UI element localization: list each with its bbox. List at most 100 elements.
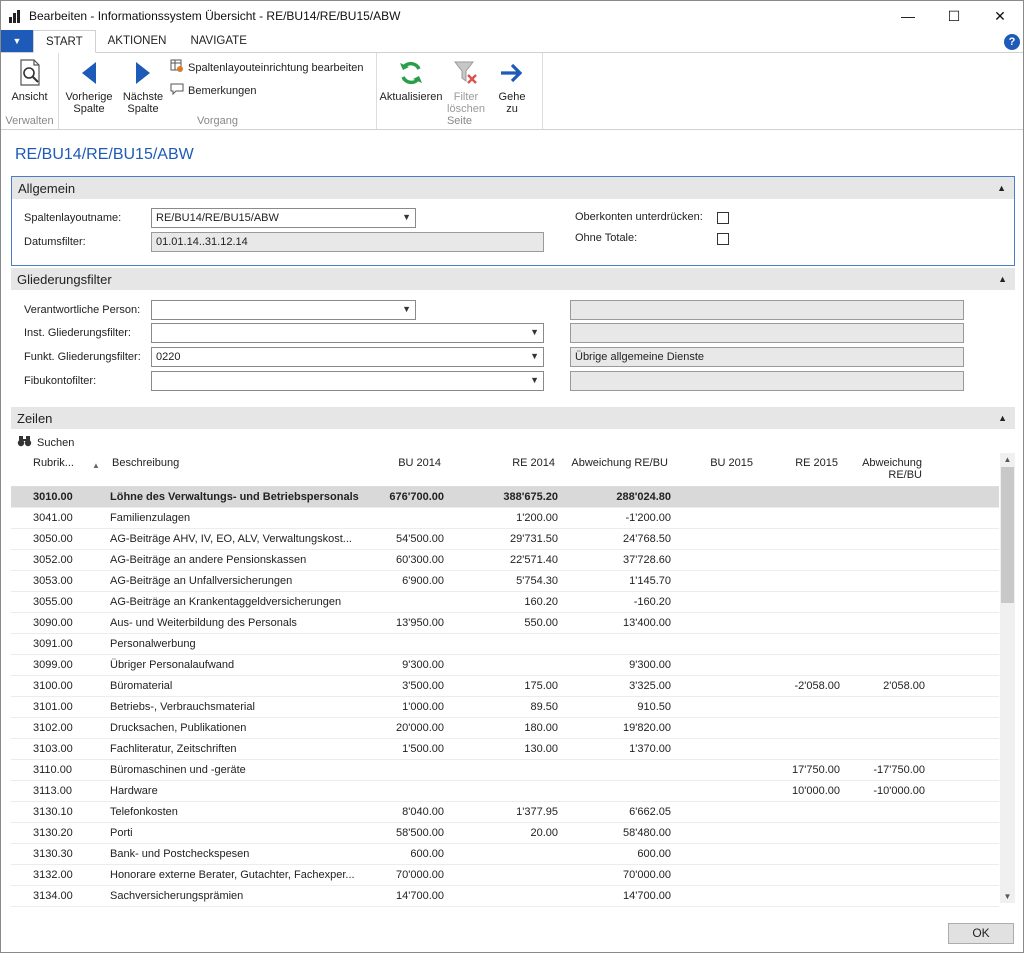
goto-arrow-icon xyxy=(499,57,525,89)
cell-bu2014: 8'040.00 xyxy=(402,806,444,818)
vertical-scrollbar[interactable]: ▲ ▼ xyxy=(1000,453,1015,903)
datumsfilter-field[interactable]: 01.01.14..31.12.14 xyxy=(151,232,544,252)
table-row[interactable]: 3099.00 Übriger Personalaufwand 9'300.00 9'… xyxy=(11,655,999,676)
table-row[interactable]: 3100.00 Büromaterial 3'500.00 175.00 3'325.0… xyxy=(11,676,999,697)
cell-rubrik: 3090.00 xyxy=(33,617,73,629)
table-row[interactable]: 3134.00 Sachversicherungsprämien 14'700.00… xyxy=(11,886,999,907)
col-header-abw15-l2: RE/BU xyxy=(888,469,922,481)
oberkonten-label: Oberkonten unterdrücken: xyxy=(575,211,703,223)
suchen-button[interactable]: Suchen xyxy=(17,435,74,450)
spaltenlayoutname-value: RE/BU14/RE/BU15/ABW xyxy=(156,212,279,224)
spaltenlayoutname-field[interactable]: RE/BU14/RE/BU15/ABW ▼ xyxy=(151,208,416,228)
table-row[interactable]: 3091.00 Personalwerbung xyxy=(11,634,999,655)
cell-rubrik: 3091.00 xyxy=(33,638,73,650)
cell-rubrik: 3132.00 xyxy=(33,869,73,881)
collapse-icon[interactable]: ▲ xyxy=(998,274,1007,284)
cell-abw14: 24'768.50 xyxy=(623,533,671,545)
zeilen-header[interactable]: Zeilen ▲ xyxy=(11,407,1015,429)
scrollbar-thumb[interactable] xyxy=(1001,467,1014,603)
table-row[interactable]: 3090.00 Aus- und Weiterbildung des Person… xyxy=(11,613,999,634)
table-row[interactable]: 3050.00 AG-Beiträge AHV, IV, EO, ALV, Ver… xyxy=(11,529,999,550)
inst-gliederungsfilter-field[interactable]: ▼ xyxy=(151,323,544,343)
collapse-icon[interactable]: ▲ xyxy=(997,183,1006,193)
cell-abw15: -10'000.00 xyxy=(873,785,925,797)
cell-abw14: 6'662.05 xyxy=(629,806,671,818)
tab-navigate[interactable]: NAVIGATE xyxy=(178,30,258,52)
close-button[interactable]: ✕ xyxy=(977,1,1023,31)
verantwortliche-person-field[interactable]: ▼ xyxy=(151,300,416,320)
col-header-beschreibung[interactable]: Beschreibung xyxy=(112,457,179,469)
ribbon: Ansicht Verwalten Vorherige Spalte Nächs… xyxy=(1,53,1023,130)
comment-icon xyxy=(170,82,184,99)
table-row[interactable]: 3113.00 Hardware 10'000.00 -10'000.00 xyxy=(11,781,999,802)
help-icon[interactable]: ? xyxy=(1004,34,1020,50)
sort-asc-icon[interactable]: ▲ xyxy=(92,461,100,470)
table-row[interactable]: 3052.00 AG-Beiträge an andere Pensionskas… xyxy=(11,550,999,571)
cell-re2014: 180.00 xyxy=(524,722,558,734)
cell-abw14: 19'820.00 xyxy=(623,722,671,734)
bemerkungen-button[interactable]: Bemerkungen xyxy=(170,82,364,99)
funkt-gliederungsfilter-field[interactable]: 0220 ▼ xyxy=(151,347,544,367)
col-header-abw15[interactable]: Abweichung RE/BU xyxy=(862,457,922,481)
cell-abw14: 13'400.00 xyxy=(623,617,671,629)
cell-re2014: 175.00 xyxy=(524,680,558,692)
cell-bu2014: 676'700.00 xyxy=(389,491,444,503)
funkt-gliederungsfilter-value: 0220 xyxy=(156,351,181,363)
maximize-button[interactable]: ☐ xyxy=(931,1,977,31)
tab-aktionen[interactable]: AKTIONEN xyxy=(96,30,179,52)
table-row[interactable]: 3055.00 AG-Beiträge an Krankentaggeldvers… xyxy=(11,592,999,613)
spaltenlayout-button[interactable]: Spaltenlayouteinrichtung bearbeiten xyxy=(170,59,364,76)
col-header-bu2015[interactable]: BU 2015 xyxy=(710,457,753,469)
funkt-gliederungsfilter-desc-text: Übrige allgemeine Dienste xyxy=(575,351,705,363)
app-menu-button[interactable]: ▼ xyxy=(1,30,33,52)
col-header-re2014[interactable]: RE 2014 xyxy=(512,457,555,469)
scroll-up-icon[interactable]: ▲ xyxy=(1000,455,1015,464)
oberkonten-checkbox[interactable] xyxy=(717,212,729,224)
col-header-rubrik[interactable]: Rubrik... xyxy=(33,457,74,469)
table-row[interactable]: 3130.30 Bank- und Postcheckspesen 600.00 60… xyxy=(11,844,999,865)
gliederungsfilter-header[interactable]: Gliederungsfilter ▲ xyxy=(11,268,1015,290)
ok-button[interactable]: OK xyxy=(948,923,1014,944)
ohne-totale-checkbox[interactable] xyxy=(717,233,729,245)
chevron-down-icon[interactable]: ▼ xyxy=(530,375,539,385)
table-row[interactable]: 3102.00 Drucksachen, Publikationen 20'000.… xyxy=(11,718,999,739)
chevron-down-icon[interactable]: ▼ xyxy=(402,304,411,314)
allgemein-title: Allgemein xyxy=(18,180,76,196)
col-header-abw14[interactable]: Abweichung RE/BU xyxy=(571,457,668,469)
table-row[interactable]: 3103.00 Fachliteratur, Zeitschriften 1'500… xyxy=(11,739,999,760)
allgemein-header[interactable]: Allgemein ▲ xyxy=(12,177,1014,199)
datumsfilter-value: 01.01.14..31.12.14 xyxy=(156,236,248,248)
chevron-down-icon[interactable]: ▼ xyxy=(530,327,539,337)
table-row[interactable]: 3101.00 Betriebs-, Verbrauchsmaterial 1'00… xyxy=(11,697,999,718)
cell-bu2014: 3'500.00 xyxy=(402,680,444,692)
col-header-bu2014[interactable]: BU 2014 xyxy=(398,457,441,469)
cell-abw14: 1'370.00 xyxy=(629,743,671,755)
col-header-re2015[interactable]: RE 2015 xyxy=(795,457,838,469)
col-header-abw15-l1: Abweichung xyxy=(862,457,922,469)
table-row[interactable]: 3132.00 Honorare externe Berater, Gutacht… xyxy=(11,865,999,886)
tab-start[interactable]: START xyxy=(33,30,96,53)
clear-filter-icon xyxy=(453,57,479,89)
table-row[interactable]: 3041.00 Familienzulagen 1'200.00 -1'200.00 xyxy=(11,508,999,529)
cell-re2015: 10'000.00 xyxy=(792,785,840,797)
table-row[interactable]: 3010.00 Löhne des Verwaltungs- und Betrie… xyxy=(11,487,999,508)
cell-re2015: 17'750.00 xyxy=(792,764,840,776)
cell-rubrik: 3052.00 xyxy=(33,554,73,566)
cell-abw14: 14'700.00 xyxy=(623,890,671,902)
fibukontofilter-field[interactable]: ▼ xyxy=(151,371,544,391)
table-row[interactable]: 3130.10 Telefonkosten 8'040.00 1'377.95 6'66… xyxy=(11,802,999,823)
cell-re2014: 5'754.30 xyxy=(516,575,558,587)
table-row[interactable]: 3130.20 Porti 58'500.00 20.00 58'480.00 xyxy=(11,823,999,844)
cell-abw14: 910.50 xyxy=(637,701,671,713)
app-icon xyxy=(9,9,23,23)
table-row[interactable]: 3053.00 AG-Beiträge an Unfallversicherung… xyxy=(11,571,999,592)
cell-abw14: 70'000.00 xyxy=(623,869,671,881)
table-row[interactable]: 3110.00 Büromaschinen und -geräte 17'750.0… xyxy=(11,760,999,781)
chevron-down-icon[interactable]: ▼ xyxy=(530,351,539,361)
minimize-button[interactable]: — xyxy=(885,1,931,31)
collapse-icon[interactable]: ▲ xyxy=(998,413,1007,423)
scroll-down-icon[interactable]: ▼ xyxy=(1000,892,1015,901)
grid-header: Rubrik... ▲ Beschreibung BU 2014 RE 2014… xyxy=(11,453,999,487)
chevron-down-icon[interactable]: ▼ xyxy=(402,212,411,222)
cell-beschreibung: Porti xyxy=(110,827,133,839)
